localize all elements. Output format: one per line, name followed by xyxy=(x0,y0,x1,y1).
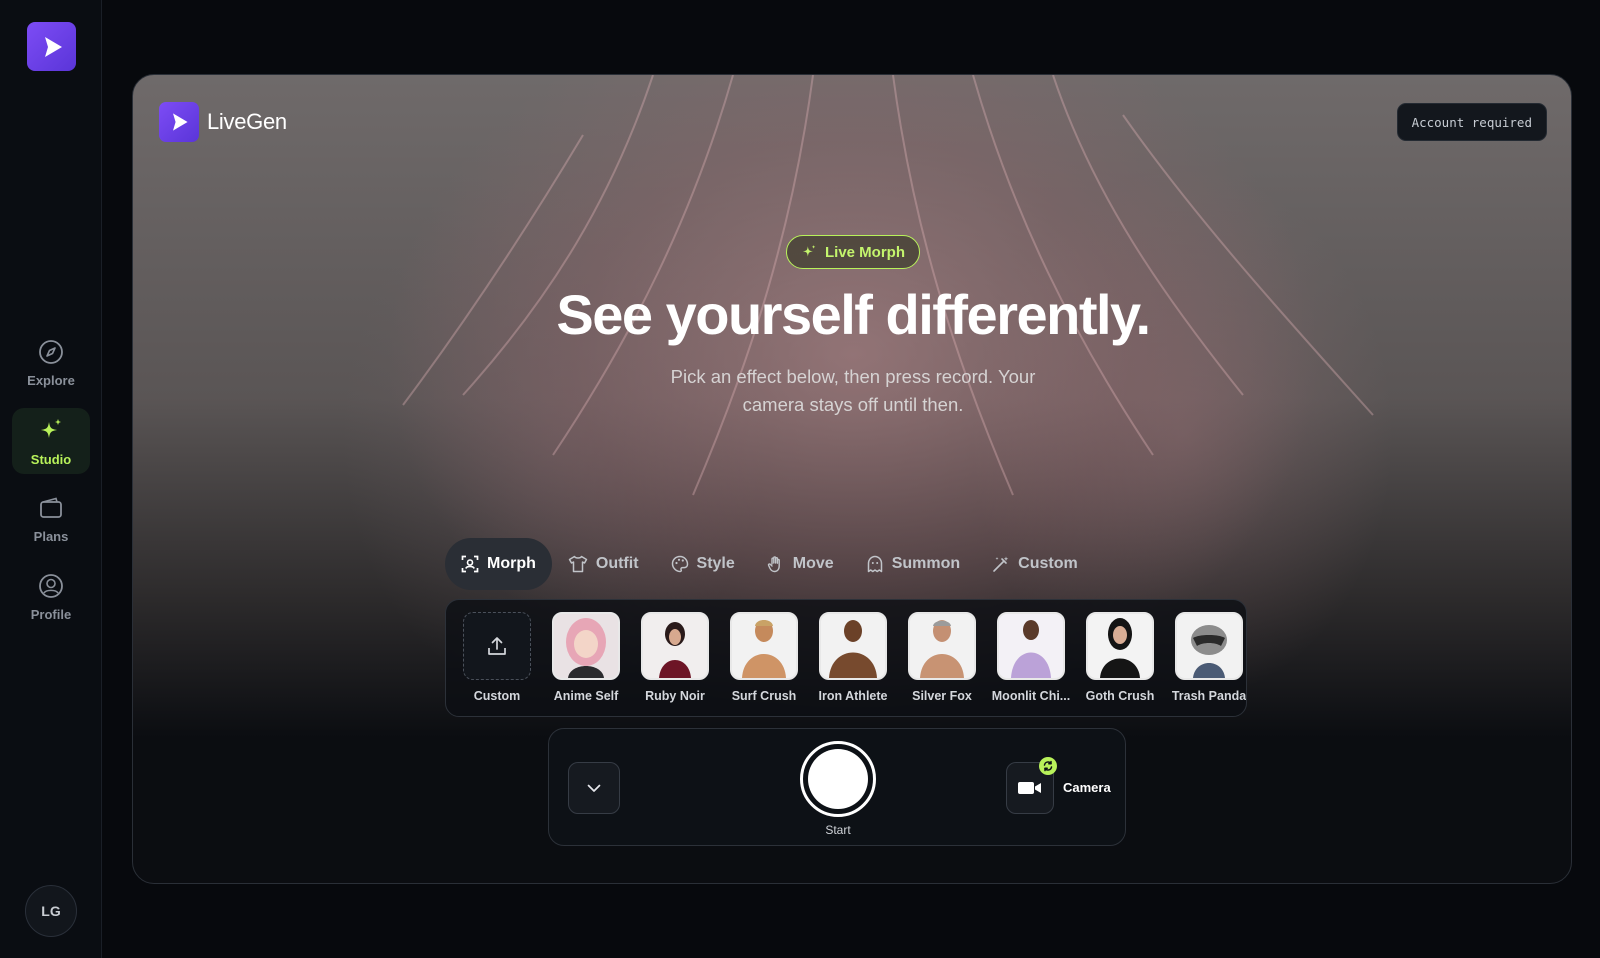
tab-label: Style xyxy=(696,555,735,572)
upload-icon xyxy=(488,637,506,655)
sidebar-nav: Explore Studio Plans Profile xyxy=(0,330,102,642)
record-label: Start xyxy=(825,823,851,837)
tab-label: Morph xyxy=(487,555,536,572)
effect-iron-athlete[interactable]: Iron Athlete xyxy=(819,612,887,703)
sidebar-item-label: Profile xyxy=(30,606,72,622)
effects-list: Custom Anime Self Ruby Noir Surf Crush I… xyxy=(463,612,1246,703)
portrait-silver-fox-image xyxy=(920,620,964,678)
sparkle-icon xyxy=(802,245,816,257)
effect-silver-fox[interactable]: Silver Fox xyxy=(908,612,976,703)
effect-label: Silver Fox xyxy=(912,689,972,703)
sidebar-item-label: Explore xyxy=(27,372,75,388)
play-logo-icon xyxy=(44,36,62,57)
portrait-anime-image xyxy=(566,618,606,678)
effects-strip: Custom Anime Self Ruby Noir Surf Crush I… xyxy=(445,599,1247,717)
portrait-moonlit-chic-image xyxy=(1011,620,1051,678)
effect-custom-upload[interactable]: Custom xyxy=(463,612,531,703)
portrait-trash-panda-image xyxy=(1191,625,1227,678)
effect-ruby-noir[interactable]: Ruby Noir xyxy=(641,612,709,703)
compass-icon xyxy=(39,339,63,364)
effect-thumbnail xyxy=(1086,612,1154,680)
sidebar-item-plans[interactable]: Plans xyxy=(12,486,90,552)
palette-icon xyxy=(671,555,688,573)
sidebar: Explore Studio Plans Profile LG xyxy=(0,0,102,958)
effect-thumbnail xyxy=(908,612,976,680)
tab-move[interactable]: Move xyxy=(751,538,850,590)
sparkle-icon xyxy=(41,418,61,438)
effect-thumbnail xyxy=(552,612,620,680)
effect-thumbnail xyxy=(1175,612,1243,680)
effect-thumbnail xyxy=(730,612,798,680)
effect-surf-crush[interactable]: Surf Crush xyxy=(730,612,798,703)
effect-anime-self[interactable]: Anime Self xyxy=(552,612,620,703)
play-logo-icon xyxy=(173,113,188,131)
tab-label: Custom xyxy=(1018,555,1078,572)
effect-category-tabs: Morph Outfit Style Move Summon Custom xyxy=(445,538,1094,590)
effect-label: Moonlit Chi... xyxy=(991,689,1071,703)
sidebar-item-label: Plans xyxy=(33,528,69,544)
brand-logo-icon xyxy=(159,102,199,142)
effect-goth-crush[interactable]: Goth Crush xyxy=(1086,612,1154,703)
hero-subtitle: Pick an effect below, then press record.… xyxy=(670,366,1036,415)
morph-icon xyxy=(461,555,479,573)
camera-preview-frame: LiveGen Account required Live Morph See … xyxy=(132,74,1572,884)
portrait-ruby-noir-image xyxy=(659,622,691,678)
video-camera-icon xyxy=(1018,782,1041,794)
tab-custom[interactable]: Custom xyxy=(976,538,1094,590)
effect-thumbnail xyxy=(819,612,887,680)
recording-controls: Start Camera xyxy=(548,728,1126,846)
sidebar-item-label: Studio xyxy=(30,451,72,467)
page-title: See yourself differently. xyxy=(556,283,1151,346)
badge-label: Live Morph xyxy=(824,243,905,261)
effect-label: Anime Self xyxy=(553,689,619,703)
sidebar-item-studio[interactable]: Studio xyxy=(12,408,90,474)
camera-label: Camera xyxy=(1063,780,1111,795)
tab-outfit[interactable]: Outfit xyxy=(552,538,655,590)
tab-summon[interactable]: Summon xyxy=(850,538,976,590)
avatar[interactable]: LG xyxy=(25,885,77,937)
tab-label: Outfit xyxy=(595,555,639,572)
app-logo[interactable] xyxy=(27,22,76,71)
tab-style[interactable]: Style xyxy=(655,538,751,590)
wallet-icon xyxy=(40,497,62,518)
user-circle-icon xyxy=(39,573,63,598)
effect-trash-panda[interactable]: Trash Panda xyxy=(1172,612,1246,703)
sidebar-item-explore[interactable]: Explore xyxy=(12,330,90,396)
hand-icon xyxy=(767,556,780,573)
effect-label: Goth Crush xyxy=(1085,689,1155,703)
chevron-down-icon xyxy=(587,784,601,792)
record-start-button[interactable] xyxy=(800,741,876,817)
effect-label: Iron Athlete xyxy=(818,689,888,703)
brand[interactable]: LiveGen xyxy=(159,102,287,142)
record-dot xyxy=(808,749,868,809)
brand-name: LiveGen xyxy=(207,109,287,134)
tab-label: Move xyxy=(792,555,834,572)
upload-thumb xyxy=(463,612,531,680)
account-required-button[interactable]: Account required xyxy=(1396,103,1547,141)
effect-label: Surf Crush xyxy=(731,689,797,703)
ghost-icon xyxy=(867,555,882,573)
effect-moonlit-chic[interactable]: Moonlit Chi... xyxy=(992,612,1070,703)
live-morph-badge: Live Morph xyxy=(785,235,920,269)
shirt-icon xyxy=(568,555,588,573)
wand-icon xyxy=(993,556,1009,572)
sidebar-item-profile[interactable]: Profile xyxy=(12,564,90,630)
effect-label: Trash Panda xyxy=(1171,689,1247,703)
effect-label: Custom xyxy=(473,689,521,703)
effect-thumbnail xyxy=(641,612,709,680)
tab-label: Summon xyxy=(891,555,961,572)
tab-morph[interactable]: Morph xyxy=(445,538,552,590)
portrait-surf-crush-image xyxy=(742,620,786,678)
refresh-icon xyxy=(1043,760,1053,772)
camera-switch-badge[interactable] xyxy=(1039,757,1057,775)
effect-label: Ruby Noir xyxy=(645,689,705,703)
collapse-toggle-button[interactable] xyxy=(568,762,620,814)
portrait-goth-crush-image xyxy=(1100,618,1140,678)
effect-thumbnail xyxy=(997,612,1065,680)
portrait-iron-athlete-image xyxy=(829,620,877,678)
hero: Live Morph See yourself differently. Pic… xyxy=(133,235,1571,419)
